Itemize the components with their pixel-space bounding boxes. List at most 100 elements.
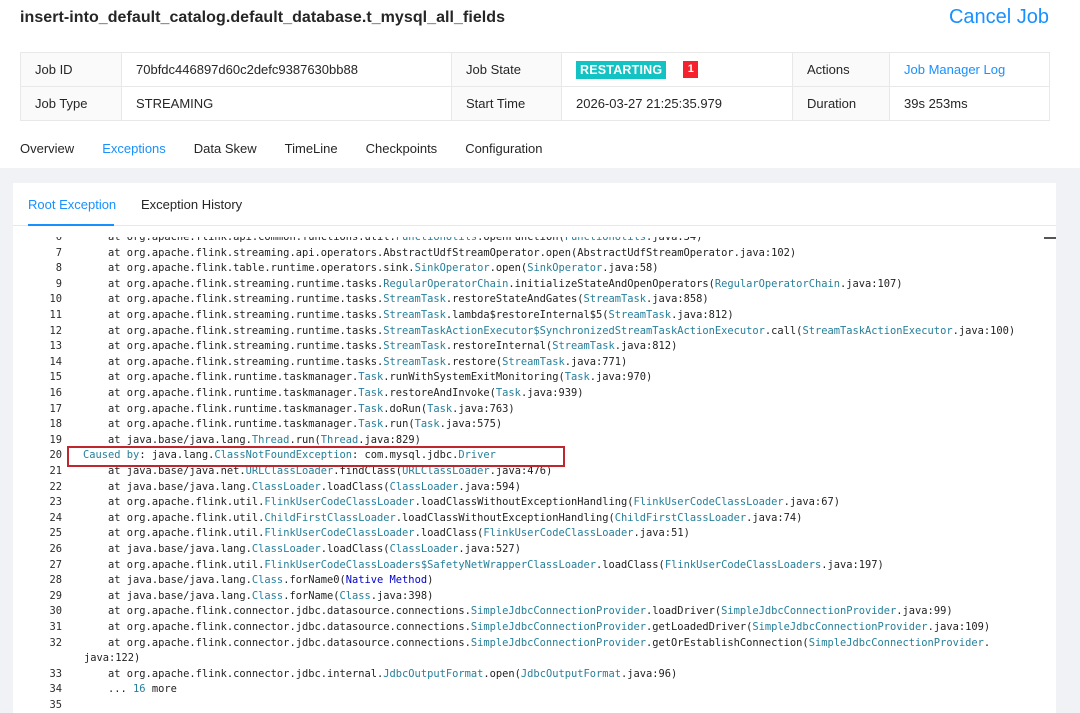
caused-by-highlight — [67, 446, 565, 467]
code-text: at java.base/java.lang. — [83, 543, 252, 555]
code-text: ) — [427, 574, 434, 587]
actions-cell: Job Manager Log — [889, 52, 1050, 87]
class-name: StreamTaskActionExecutor — [802, 324, 953, 337]
stacktrace-line: 32 at org.apache.flink.connector.jdbc.da… — [13, 636, 990, 652]
stacktrace-line: 12 at org.apache.flink.streaming.runtime… — [13, 324, 1015, 340]
code-text: .java:939) — [520, 387, 584, 399]
line-number: 26 — [49, 543, 62, 555]
job-manager-log-link[interactable]: Job Manager Log — [904, 62, 1005, 77]
line-number: 15 — [49, 371, 62, 384]
line-number: 34 — [49, 683, 62, 696]
class-name: StreamTask — [608, 309, 672, 321]
line-number: 27 — [49, 558, 62, 571]
code-text: .lambda$restoreInternal$5( — [445, 309, 609, 321]
stacktrace-line: 16 at org.apache.flink.runtime.taskmanag… — [13, 386, 584, 402]
stacktrace-line: 11 at org.apache.flink.streaming.runtime… — [13, 308, 733, 324]
code-text: .call( — [764, 324, 803, 337]
scrollbar-thumb[interactable] — [1044, 237, 1056, 239]
stacktrace-line: 26 at java.base/java.lang.ClassLoader.lo… — [13, 542, 520, 558]
code-text: .loadDriver( — [646, 605, 722, 618]
code-text: .java:96) — [621, 667, 678, 680]
class-name: SimpleJdbcConnectionProvider — [470, 621, 647, 633]
code-text: java:122) — [84, 652, 141, 665]
exception-sub-tabs: Root Exception Exception History — [13, 183, 1056, 226]
tab-data-skew[interactable]: Data Skew — [194, 130, 257, 166]
line-number: 17 — [49, 402, 62, 415]
code-text: .java:594) — [458, 480, 521, 493]
class-name: SinkOperator — [527, 262, 603, 275]
code-text: at java.base/java.lang. — [83, 433, 252, 446]
stacktrace-line: 13 at org.apache.flink.streaming.runtime… — [13, 339, 677, 355]
duration-value: 39s 253ms — [889, 86, 1050, 121]
job-state-cell: RESTARTING 1 — [561, 52, 793, 87]
code-text: at org.apache.flink.util. — [83, 496, 265, 509]
code-text: at org.apache.flink.connector.jdbc.datas… — [83, 636, 471, 649]
line-number: 10 — [49, 293, 62, 306]
class-name: 16 — [133, 683, 146, 696]
class-name: FlinkUserCodeClassLoader — [633, 496, 784, 509]
tab-exceptions[interactable]: Exceptions — [102, 130, 166, 170]
code-text: .java:970) — [589, 371, 653, 384]
code-text: .java:67) — [783, 496, 840, 509]
tab-timeline[interactable]: TimeLine — [285, 130, 338, 166]
class-name: RegularOperatorChain — [383, 277, 509, 290]
line-number: 32 — [49, 636, 62, 649]
class-name: StreamTask — [383, 293, 446, 306]
code-text: .java:197) — [821, 558, 884, 571]
stacktrace-line: 9 at org.apache.flink.streaming.runtime.… — [13, 277, 903, 293]
code-text: .restore( — [445, 355, 503, 368]
stacktrace-line: 34 ... 16 more — [13, 682, 176, 698]
line-number: 16 — [49, 387, 62, 399]
class-name: Thread — [251, 433, 290, 446]
code-text: .run( — [383, 418, 415, 431]
stacktrace-line: 18 at org.apache.flink.runtime.taskmanag… — [13, 417, 502, 433]
class-name: StreamTask — [383, 309, 446, 321]
line-number: 19 — [49, 433, 62, 446]
class-name: SimpleJdbcConnectionProvider — [808, 636, 984, 649]
stacktrace-viewer[interactable]: 6 at org.apache.flink.api.common.functio… — [13, 237, 1043, 713]
code-text: .java:34) — [646, 237, 703, 243]
code-text: .java:107) — [839, 277, 903, 290]
code-text: at org.apache.flink.runtime.taskmanager. — [83, 418, 359, 431]
code-text: .getLoadedDriver( — [646, 621, 753, 633]
code-text: .restoreInternal( — [445, 340, 553, 353]
class-name: FlinkUserCodeClassLoader — [264, 527, 415, 540]
stacktrace-line: 7 at org.apache.flink.streaming.api.oper… — [13, 246, 796, 262]
code-text: at org.apache.flink.connector.jdbc.datas… — [83, 621, 471, 633]
class-name: SimpleJdbcConnectionProvider — [721, 605, 897, 618]
tab-overview[interactable]: Overview — [20, 130, 74, 166]
code-text: . — [983, 636, 991, 649]
tab-checkpoints[interactable]: Checkpoints — [366, 130, 438, 166]
class-name: Task — [495, 387, 521, 399]
job-title: insert-into_default_catalog.default_data… — [20, 9, 506, 26]
class-name: Task — [358, 402, 384, 415]
code-text: .forName0( — [283, 574, 346, 587]
code-text: at java.base/java.lang. — [83, 480, 252, 493]
class-name: Task — [358, 371, 384, 384]
start-time-label: Start Time — [451, 86, 562, 121]
code-text: at java.base/java.lang. — [83, 574, 252, 587]
tab-root-exception[interactable]: Root Exception — [28, 197, 116, 212]
code-text: at org.apache.flink.runtime.taskmanager. — [83, 371, 359, 384]
job-header: insert-into_default_catalog.default_data… — [0, 0, 1080, 42]
code-text: at org.apache.flink.table.runtime.operat… — [83, 262, 415, 275]
code-text: .java:829) — [358, 433, 421, 446]
line-number: 14 — [49, 355, 62, 368]
code-text: at org.apache.flink.util. — [83, 527, 265, 540]
class-name: SimpleJdbcConnectionProvider — [752, 621, 928, 633]
code-text: .java:575) — [439, 418, 503, 431]
stacktrace-line: 25 at org.apache.flink.util.FlinkUserCod… — [13, 526, 689, 542]
code-text: .restoreStateAndGates( — [445, 293, 584, 306]
class-name: StreamTaskActionExecutor$SynchronizedStr… — [383, 324, 765, 337]
class-name: ClassLoader — [251, 543, 321, 555]
stacktrace-line: java:122) — [13, 651, 140, 667]
tab-configuration[interactable]: Configuration — [465, 130, 542, 166]
code-text: at org.apache.flink.connector.jdbc.inter… — [83, 667, 384, 680]
code-text: .loadClass( — [414, 527, 484, 540]
code-text: at org.apache.flink.streaming.runtime.ta… — [83, 309, 384, 321]
cancel-job-button[interactable]: Cancel Job — [949, 6, 1049, 29]
class-name: FlinkUserCodeClassLoader — [483, 527, 634, 540]
line-number: 9 — [55, 277, 62, 290]
code-text: .getOrEstablishConnection( — [646, 636, 809, 649]
tab-exception-history[interactable]: Exception History — [141, 197, 242, 212]
